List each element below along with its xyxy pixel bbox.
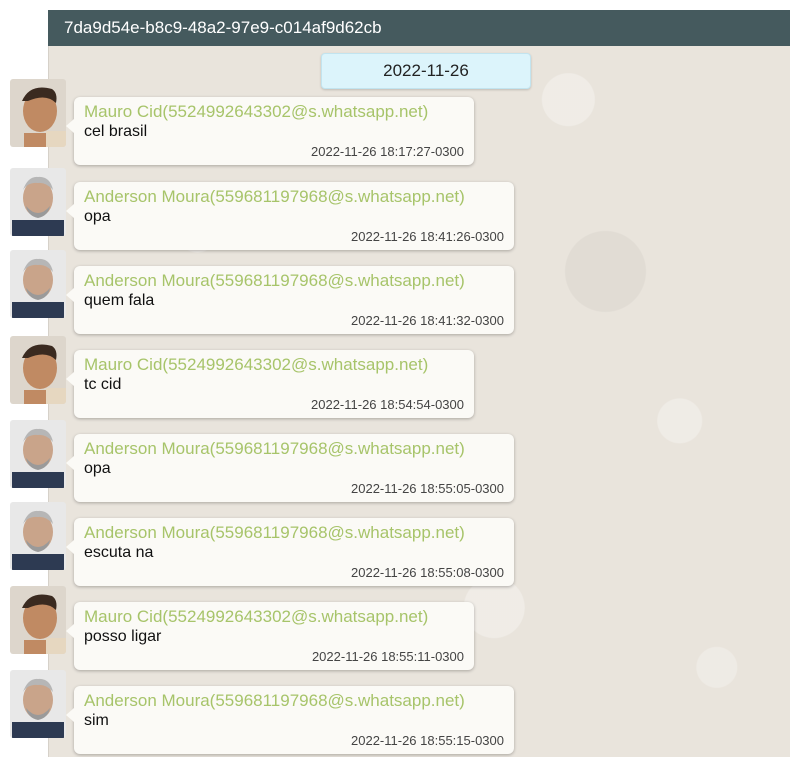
- message-row: Anderson Moura(559681197968@s.whatsapp.n…: [0, 248, 790, 334]
- message-text: opa: [84, 208, 111, 225]
- message-row: Anderson Moura(559681197968@s.whatsapp.n…: [0, 416, 790, 502]
- message-sender: Anderson Moura(559681197968@s.whatsapp.n…: [84, 523, 465, 542]
- message-sender: Mauro Cid(5524992643302@s.whatsapp.net): [84, 607, 429, 626]
- message-timestamp: 2022-11-26 18:55:05-0300: [351, 481, 504, 496]
- chat-header: 7da9d54e-b8c9-48a2-97e9-c014af9d62cb: [48, 10, 790, 46]
- message-timestamp: 2022-11-26 18:17:27-0300: [311, 144, 464, 159]
- message-sender: Mauro Cid(5524992643302@s.whatsapp.net): [84, 355, 429, 374]
- message-sender: Mauro Cid(5524992643302@s.whatsapp.net): [84, 102, 429, 121]
- avatar-mauro-cid[interactable]: [10, 79, 66, 147]
- message-timestamp: 2022-11-26 18:55:08-0300: [351, 565, 504, 580]
- message-timestamp: 2022-11-26 18:41:32-0300: [351, 313, 504, 328]
- message-bubble[interactable]: Anderson Moura(559681197968@s.whatsapp.n…: [66, 266, 514, 334]
- message-row: Mauro Cid(5524992643302@s.whatsapp.net) …: [0, 584, 790, 670]
- avatar-anderson-moura[interactable]: [10, 420, 66, 488]
- message-sender: Anderson Moura(559681197968@s.whatsapp.n…: [84, 691, 465, 710]
- message-row: Mauro Cid(5524992643302@s.whatsapp.net) …: [0, 332, 790, 418]
- avatar-anderson-moura[interactable]: [10, 168, 66, 236]
- message-text: posso ligar: [84, 628, 162, 645]
- message-timestamp: 2022-11-26 18:54:54-0300: [311, 397, 464, 412]
- message-row: Anderson Moura(559681197968@s.whatsapp.n…: [0, 164, 790, 250]
- message-bubble[interactable]: Anderson Moura(559681197968@s.whatsapp.n…: [66, 434, 514, 502]
- avatar-mauro-cid[interactable]: [10, 336, 66, 404]
- avatar-mauro-cid[interactable]: [10, 586, 66, 654]
- message-timestamp: 2022-11-26 18:41:26-0300: [351, 229, 504, 244]
- message-bubble[interactable]: Mauro Cid(5524992643302@s.whatsapp.net) …: [66, 350, 474, 418]
- message-bubble[interactable]: Anderson Moura(559681197968@s.whatsapp.n…: [66, 182, 514, 250]
- message-bubble[interactable]: Mauro Cid(5524992643302@s.whatsapp.net) …: [66, 97, 474, 165]
- message-timestamp: 2022-11-26 18:55:15-0300: [351, 733, 504, 748]
- message-sender: Anderson Moura(559681197968@s.whatsapp.n…: [84, 187, 465, 206]
- message-row: Mauro Cid(5524992643302@s.whatsapp.net) …: [0, 79, 790, 165]
- message-text: quem fala: [84, 292, 155, 309]
- avatar-anderson-moura[interactable]: [10, 502, 66, 570]
- message-text: cel brasil: [84, 123, 148, 140]
- avatar-anderson-moura[interactable]: [10, 670, 66, 738]
- message-bubble[interactable]: Mauro Cid(5524992643302@s.whatsapp.net) …: [66, 602, 474, 670]
- message-bubble[interactable]: Anderson Moura(559681197968@s.whatsapp.n…: [66, 686, 514, 754]
- chat-title: 7da9d54e-b8c9-48a2-97e9-c014af9d62cb: [64, 18, 382, 37]
- message-text: tc cid: [84, 376, 122, 393]
- message-bubble[interactable]: Anderson Moura(559681197968@s.whatsapp.n…: [66, 518, 514, 586]
- message-row: Anderson Moura(559681197968@s.whatsapp.n…: [0, 668, 790, 754]
- message-sender: Anderson Moura(559681197968@s.whatsapp.n…: [84, 271, 465, 290]
- message-sender: Anderson Moura(559681197968@s.whatsapp.n…: [84, 439, 465, 458]
- message-text: sim: [84, 712, 109, 729]
- avatar-anderson-moura[interactable]: [10, 250, 66, 318]
- message-text: escuta na: [84, 544, 154, 561]
- message-text: opa: [84, 460, 111, 477]
- message-timestamp: 2022-11-26 18:55:11-0300: [311, 649, 464, 664]
- message-row: Anderson Moura(559681197968@s.whatsapp.n…: [0, 500, 790, 586]
